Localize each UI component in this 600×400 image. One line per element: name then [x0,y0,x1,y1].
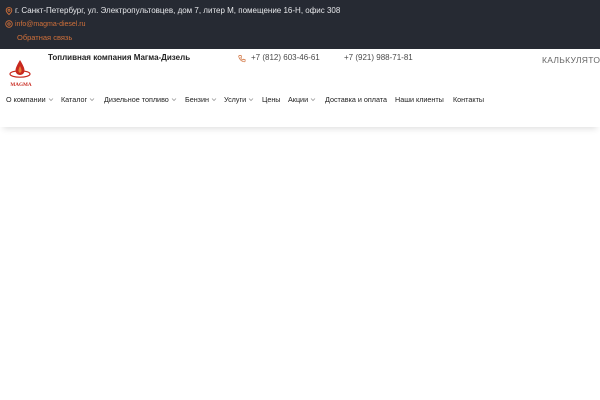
top-info-bar: г. Санкт-Петербург, ул. Электропультовце… [0,0,600,49]
site-header: MAGMA Топливная компания Магма-Дизель +7… [0,49,600,91]
chevron-down-icon [171,97,177,102]
nav-item-clients[interactable]: Наши клиенты [395,95,444,104]
nav-item-label: Наши клиенты [395,95,444,104]
nav-item-about[interactable]: О компании [6,95,54,104]
location-pin-icon [5,6,13,15]
email-link[interactable]: info@magma-diesel.ru [15,21,86,28]
svg-text:MAGMA: MAGMA [10,82,32,88]
phone-secondary[interactable]: +7 (921) 988-71-81 [344,53,413,62]
nav-item-label: О компании [6,95,46,104]
nav-item-label: Цены [262,95,281,104]
calculator-link[interactable]: КАЛЬКУЛЯТОР [542,55,600,65]
nav-item-delivery[interactable]: Доставка и оплата [325,95,387,104]
chevron-down-icon [48,97,54,102]
nav-item-services[interactable]: Услуги [224,95,254,104]
feedback-link[interactable]: Обратная связь [17,33,72,42]
phone-icon [238,54,246,62]
main-navigation: О компании Каталог Дизельное топливо Бен… [0,91,600,127]
nav-item-label: Контакты [453,95,485,104]
nav-item-label: Каталог [61,95,88,104]
email-row[interactable]: info@magma-diesel.ru [5,20,86,28]
nav-item-label: Дизельное топливо [104,95,169,104]
phone-primary-text[interactable]: +7 (812) 603-46-61 [251,53,320,62]
nav-item-label: Бензин [185,95,209,104]
chevron-down-icon [248,97,254,102]
nav-item-diesel[interactable]: Дизельное топливо [104,95,177,104]
chevron-down-icon [211,97,217,102]
nav-item-promotions[interactable]: Акции [288,95,316,104]
nav-item-label: Доставка и оплата [325,95,388,104]
phone-primary[interactable]: +7 (812) 603-46-61 [238,53,320,62]
nav-item-label: Услуги [224,95,247,104]
nav-item-prices[interactable]: Цены [262,95,280,104]
address-row: г. Санкт-Петербург, ул. Электропультовце… [5,6,340,15]
nav-item-label: Акции [288,95,309,104]
chevron-down-icon [310,97,316,102]
nav-item-catalog[interactable]: Каталог [61,95,95,104]
at-sign-icon [5,20,13,28]
nav-item-contacts[interactable]: Контакты [453,95,484,104]
nav-item-gasoline[interactable]: Бензин [185,95,217,104]
company-name[interactable]: Топливная компания Магма-Дизель [48,53,190,62]
company-logo[interactable]: MAGMA [6,57,36,89]
chevron-down-icon [89,97,95,102]
address-text: г. Санкт-Петербург, ул. Электропультовце… [15,6,341,15]
